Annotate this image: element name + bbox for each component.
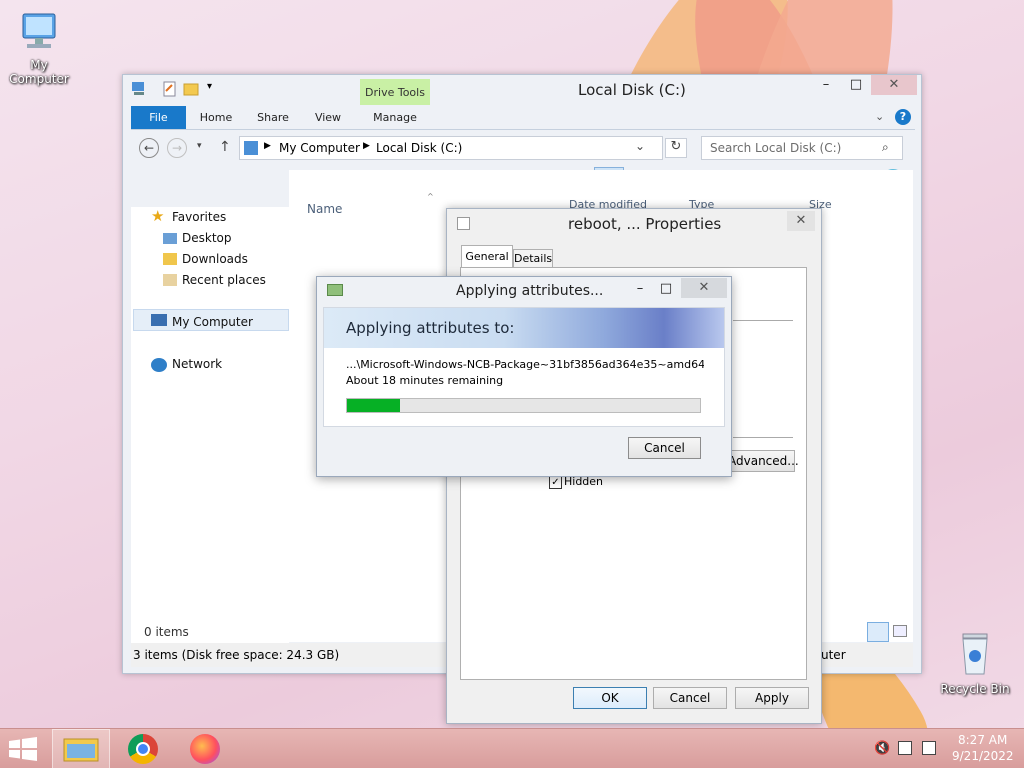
tab-home[interactable]: Home <box>191 106 241 129</box>
tab-file[interactable]: File <box>131 106 186 129</box>
ribbon-tabs: File Home Share View Manage ⌄ ? <box>131 106 913 129</box>
chevron-down-icon[interactable]: ⌄ <box>635 139 645 153</box>
separator <box>733 437 793 438</box>
clock-date[interactable]: 9/21/2022 <box>952 749 1014 763</box>
new-folder-quick-icon[interactable] <box>183 81 199 97</box>
progress-fill <box>347 399 400 412</box>
nav-my-computer[interactable]: My Computer <box>172 312 253 332</box>
recent-places-icon <box>163 274 177 286</box>
window-title: Local Disk (C:) <box>578 81 686 99</box>
recycle-bin-icon <box>955 630 995 678</box>
status-text-right: uter <box>821 648 846 662</box>
properties-icon <box>457 217 470 230</box>
help-icon[interactable]: ? <box>895 109 911 125</box>
desktop-icon <box>163 233 177 244</box>
back-button[interactable]: ← <box>139 138 159 158</box>
action-center-icon[interactable] <box>898 741 912 755</box>
breadcrumb-separator: ▶ <box>363 141 370 151</box>
desktop-icon-label: My Computer <box>9 58 69 86</box>
tab-share[interactable]: Share <box>249 106 297 129</box>
nav-desktop[interactable]: Desktop <box>182 228 232 248</box>
recent-locations-button[interactable]: ▾ <box>197 141 202 151</box>
dialog-title: Applying attributes... <box>456 283 604 299</box>
large-icons-view-button[interactable] <box>893 625 907 637</box>
nav-recent-places[interactable]: Recent places <box>182 270 266 290</box>
attributes-icon <box>327 284 343 296</box>
chevron-down-icon[interactable]: ▾ <box>207 81 212 92</box>
tab-general[interactable]: General <box>461 245 513 269</box>
tab-details[interactable]: Details <box>513 249 553 269</box>
minimize-button[interactable]: – <box>813 75 839 95</box>
start-button[interactable] <box>8 737 38 761</box>
up-button[interactable]: ↑ <box>219 139 231 155</box>
network-icon <box>151 358 167 372</box>
tab-manage[interactable]: Manage <box>361 106 429 129</box>
status-text: 3 items (Disk free space: 24.3 GB) <box>133 648 340 662</box>
search-input[interactable]: Search Local Disk (C:) <box>710 141 841 155</box>
search-icon: ⌕ <box>882 140 889 154</box>
nav-downloads[interactable]: Downloads <box>182 249 248 269</box>
progress-bar <box>346 398 701 413</box>
computer-icon <box>244 141 258 155</box>
ribbon-divider <box>131 129 915 130</box>
desktop-icon-my-computer[interactable]: My Computer <box>0 10 79 86</box>
navigation-pane: ★ Favorites Desktop Downloads Recent pla… <box>131 207 289 643</box>
clock-time[interactable]: 8:27 AM <box>958 733 1007 747</box>
computer-icon <box>131 81 147 97</box>
header-text: Applying attributes to: <box>346 319 515 337</box>
file-path: ...\Microsoft-Windows-NCB-Package~31bf38… <box>346 358 704 371</box>
title-bar[interactable]: ▾ Drive Tools Local Disk (C:) – □ ✕ <box>123 75 921 105</box>
dialog-body: Applying attributes to: ...\Microsoft-Wi… <box>323 307 725 427</box>
header-banner: Applying attributes to: <box>324 308 724 348</box>
ok-button[interactable]: OK <box>573 687 647 709</box>
breadcrumb-my-computer[interactable]: My Computer <box>279 141 360 155</box>
close-button[interactable]: ✕ <box>871 75 917 95</box>
file-explorer-taskbar-button[interactable] <box>52 729 110 768</box>
column-header-name[interactable]: Name <box>307 202 342 216</box>
search-box[interactable]: Search Local Disk (C:) ⌕ <box>701 136 903 160</box>
properties-quick-icon[interactable] <box>163 81 177 97</box>
sort-indicator-icon: ^ <box>427 192 434 201</box>
desktop-icon-label: Recycle Bin <box>940 682 1010 696</box>
downloads-icon <box>163 253 177 265</box>
close-button[interactable]: ✕ <box>787 211 815 231</box>
apply-button[interactable]: Apply <box>735 687 809 709</box>
breadcrumb-local-disk[interactable]: Local Disk (C:) <box>376 141 462 155</box>
cancel-button[interactable]: Cancel <box>653 687 727 709</box>
taskbar: 🔇 8:27 AM 9/21/2022 <box>0 728 1024 768</box>
refresh-button[interactable]: ↻ <box>665 138 687 158</box>
advanced-button[interactable]: Advanced... <box>723 450 799 472</box>
close-button[interactable]: ✕ <box>681 278 727 298</box>
nav-favorites[interactable]: Favorites <box>172 207 226 227</box>
network-status-icon[interactable] <box>922 741 936 755</box>
forward-button[interactable]: → <box>167 138 187 158</box>
desktop-icon-recycle-bin[interactable]: Recycle Bin <box>935 630 1015 696</box>
chrome-icon[interactable] <box>128 734 158 764</box>
time-remaining: About 18 minutes remaining <box>346 374 504 387</box>
computer-icon <box>17 10 61 54</box>
address-bar[interactable]: ▶ My Computer ▶ Local Disk (C:) ⌄ <box>239 136 663 160</box>
breadcrumb-separator: ▶ <box>264 141 271 151</box>
chevron-down-icon[interactable]: ⌄ <box>875 110 884 123</box>
dialog-title: reboot, ... Properties <box>568 215 722 233</box>
details-view-button[interactable] <box>867 622 889 642</box>
applying-attributes-dialog[interactable]: Applying attributes... – □ ✕ Applying at… <box>316 276 732 477</box>
minimize-button[interactable]: – <box>629 279 651 299</box>
volume-muted-icon[interactable]: 🔇 <box>874 741 890 756</box>
nav-network[interactable]: Network <box>172 354 222 374</box>
maximize-button[interactable]: □ <box>843 75 869 95</box>
computer-icon <box>151 314 167 326</box>
tab-view[interactable]: View <box>305 106 351 129</box>
separator <box>733 320 793 321</box>
firefox-icon[interactable] <box>190 734 220 764</box>
star-icon: ★ <box>151 207 165 225</box>
cancel-button[interactable]: Cancel <box>628 437 701 459</box>
maximize-button[interactable]: □ <box>655 279 677 299</box>
items-count: 0 items <box>144 625 189 639</box>
drive-tools-band: Drive Tools <box>360 79 430 105</box>
hidden-checkbox[interactable]: ✓ <box>549 476 562 489</box>
